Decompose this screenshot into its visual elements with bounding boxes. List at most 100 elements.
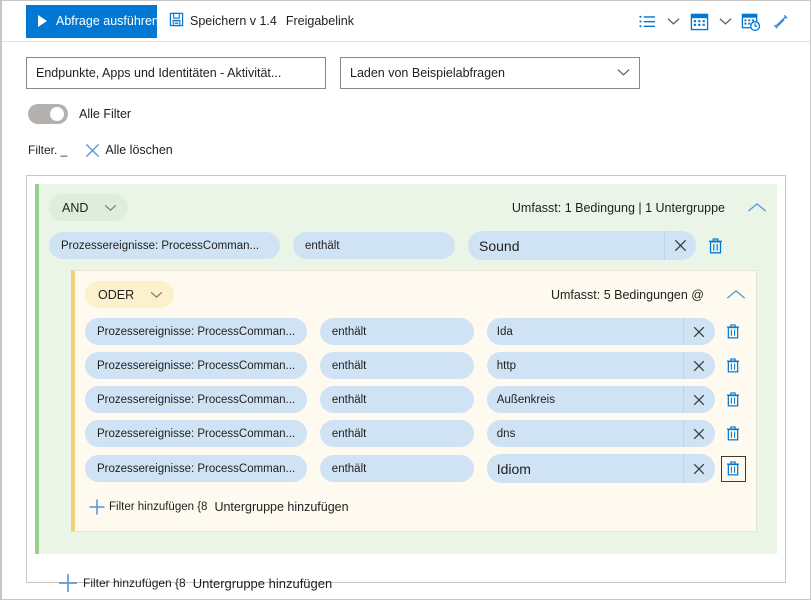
chevron-down-icon (104, 201, 117, 215)
condition-value-input[interactable]: http (487, 360, 683, 372)
all-filters-toggle[interactable] (28, 104, 68, 124)
clear-value-x-icon[interactable] (682, 352, 715, 379)
clear-value-x-icon[interactable] (664, 231, 696, 260)
run-query-button[interactable]: Abfrage ausführen (26, 4, 157, 38)
and-operator-dropdown[interactable]: AND (49, 194, 129, 221)
condition-field-label: Prozessereignisse: ProcessComman... (97, 325, 296, 338)
query-builder-window: Abfrage ausführen Speichern v 1.4 Freiga… (0, 0, 811, 600)
filters-label: Filter. _ (28, 143, 68, 157)
save-button[interactable]: Speichern v 1.4 (169, 12, 277, 30)
condition-operator-dropdown[interactable]: enthält (319, 386, 474, 413)
delete-condition-trash-icon[interactable] (721, 353, 746, 379)
clear-value-x-icon[interactable] (682, 318, 715, 345)
condition-field-dropdown[interactable]: Prozessereignisse: ProcessComman... (85, 318, 307, 345)
and-group-add-row: Filter hinzufügen {8 Untergruppe hinzufü… (53, 568, 785, 598)
condition-value-input[interactable]: Sound (468, 238, 664, 254)
add-filter-button[interactable]: Filter hinzufügen {8 (83, 576, 186, 590)
condition-row: Prozessereignisse: ProcessComman... enth… (49, 231, 767, 260)
add-filter-button[interactable]: Filter hinzufügen {8 (109, 501, 207, 513)
condition-value-wrap: Sound (468, 231, 696, 260)
condition-operator-dropdown[interactable]: enthält (319, 455, 474, 482)
condition-value-wrap: Außenkreis (486, 386, 715, 413)
condition-row: Prozessereignisse: ProcessComman... enth… (85, 420, 746, 447)
add-subgroup-button[interactable]: Untergruppe hinzufügen (214, 500, 348, 514)
condition-row: Prozessereignisse: ProcessComman... enth… (85, 352, 746, 379)
query-inputs-row: Endpunkte, Apps und Identitäten - Aktivi… (2, 42, 810, 89)
condition-operator-dropdown[interactable]: enthält (319, 318, 474, 345)
or-operator-label: ODER (98, 287, 135, 302)
and-group-summary: Umfasst: 1 Bedingung | 1 Untergruppe (512, 201, 767, 215)
condition-field-label: Prozessereignisse: ProcessComman... (97, 427, 296, 440)
or-group-summary: Umfasst: 5 Bedingungen @ (551, 288, 746, 302)
bulleted-list-icon[interactable] (632, 7, 662, 37)
toolbar-right-icons (632, 1, 796, 42)
clear-value-x-icon[interactable] (682, 420, 715, 447)
condition-value-input[interactable]: Ida (487, 326, 683, 338)
list-chevron-down-icon[interactable] (662, 7, 684, 37)
delete-condition-trash-icon[interactable] (720, 455, 746, 482)
or-group: ODER Umfasst: 5 Bedingungen @ Prozessere… (71, 270, 757, 532)
or-group-header: ODER Umfasst: 5 Bedingungen @ (85, 281, 746, 308)
clear-value-x-icon[interactable] (682, 454, 715, 483)
delete-condition-trash-icon[interactable] (721, 319, 746, 345)
or-summary-text: Umfasst: 5 Bedingungen @ (550, 287, 704, 302)
close-x-icon[interactable] (79, 139, 105, 161)
and-group-header: AND Umfasst: 1 Bedingung | 1 Untergruppe (49, 194, 767, 221)
chevron-up-icon[interactable] (747, 202, 767, 213)
condition-value-input[interactable]: Idiom (487, 461, 683, 477)
condition-value-wrap: http (486, 352, 715, 379)
condition-operator-label: enthält (305, 239, 340, 252)
condition-value-wrap: dns (486, 420, 715, 447)
condition-field-label: Prozessereignisse: ProcessComman... (97, 359, 296, 372)
and-group: AND Umfasst: 1 Bedingung | 1 Untergruppe… (35, 184, 777, 554)
condition-value-wrap: Ida (486, 318, 715, 345)
pencil-edit-icon[interactable] (766, 7, 796, 37)
condition-row: Prozessereignisse: ProcessComman... enth… (85, 318, 746, 345)
save-label: Speichern v 1.4 (190, 14, 277, 28)
share-link-button[interactable]: Freigabelink (286, 14, 354, 28)
condition-field-dropdown[interactable]: Prozessereignisse: ProcessComman... (85, 386, 307, 413)
condition-value-input[interactable]: Außenkreis (487, 394, 683, 406)
delete-condition-trash-icon[interactable] (721, 387, 746, 413)
calendar-icon[interactable] (684, 7, 714, 37)
condition-value-input[interactable]: dns (487, 428, 683, 440)
filter-builder-panel: AND Umfasst: 1 Bedingung | 1 Untergruppe… (26, 175, 786, 592)
condition-field-dropdown[interactable]: Prozessereignisse: ProcessComman... (85, 352, 307, 379)
or-operator-dropdown[interactable]: ODER (85, 281, 175, 308)
condition-field-label: Prozessereignisse: ProcessComman... (97, 462, 296, 475)
condition-operator-dropdown[interactable]: enthält (293, 232, 455, 259)
all-filters-label: Alle Filter (79, 107, 132, 121)
plus-icon[interactable] (53, 568, 83, 598)
run-query-label: Abfrage ausführen (56, 14, 157, 28)
calendar-chevron-down-icon[interactable] (714, 7, 736, 37)
condition-operator-label: enthält (331, 427, 367, 440)
and-summary-text: Umfasst: 1 Bedingung | 1 Untergruppe (511, 200, 725, 215)
or-group-add-row: Filter hinzufügen {8 Untergruppe hinzufü… (85, 495, 746, 519)
delete-condition-trash-icon[interactable] (721, 421, 746, 447)
save-disk-icon (169, 12, 184, 30)
sample-queries-select[interactable]: Laden von Beispielabfragen (340, 57, 640, 89)
clear-all-button[interactable]: Alle löschen (105, 143, 172, 157)
delete-condition-trash-icon[interactable] (702, 233, 728, 259)
query-name-input[interactable]: Endpunkte, Apps und Identitäten - Aktivi… (26, 57, 326, 89)
condition-operator-dropdown[interactable]: enthält (319, 420, 474, 447)
calendar-clock-icon[interactable] (736, 7, 766, 37)
clear-value-x-icon[interactable] (682, 386, 715, 413)
condition-field-dropdown[interactable]: Prozessereignisse: ProcessComman... (85, 420, 307, 447)
plus-icon[interactable] (85, 495, 109, 519)
add-subgroup-button[interactable]: Untergruppe hinzufügen (193, 576, 333, 591)
condition-field-dropdown[interactable]: Prozessereignisse: ProcessComman... (85, 455, 307, 482)
condition-operator-dropdown[interactable]: enthält (319, 352, 474, 379)
condition-operator-label: enthält (331, 462, 367, 475)
chevron-down-icon (617, 66, 630, 80)
condition-value-wrap: Idiom (486, 454, 715, 483)
sample-queries-value: Laden von Beispielabfragen (350, 66, 505, 80)
toolbar: Abfrage ausführen Speichern v 1.4 Freiga… (2, 1, 810, 42)
condition-operator-label: enthält (331, 359, 367, 372)
and-operator-label: AND (62, 200, 89, 215)
chevron-up-icon[interactable] (726, 289, 746, 300)
condition-operator-label: enthält (331, 325, 367, 338)
condition-field-dropdown[interactable]: Prozessereignisse: ProcessComman... (49, 232, 280, 259)
all-filters-row: Alle Filter (2, 89, 810, 124)
condition-field-label: Prozessereignisse: ProcessComman... (97, 393, 296, 406)
